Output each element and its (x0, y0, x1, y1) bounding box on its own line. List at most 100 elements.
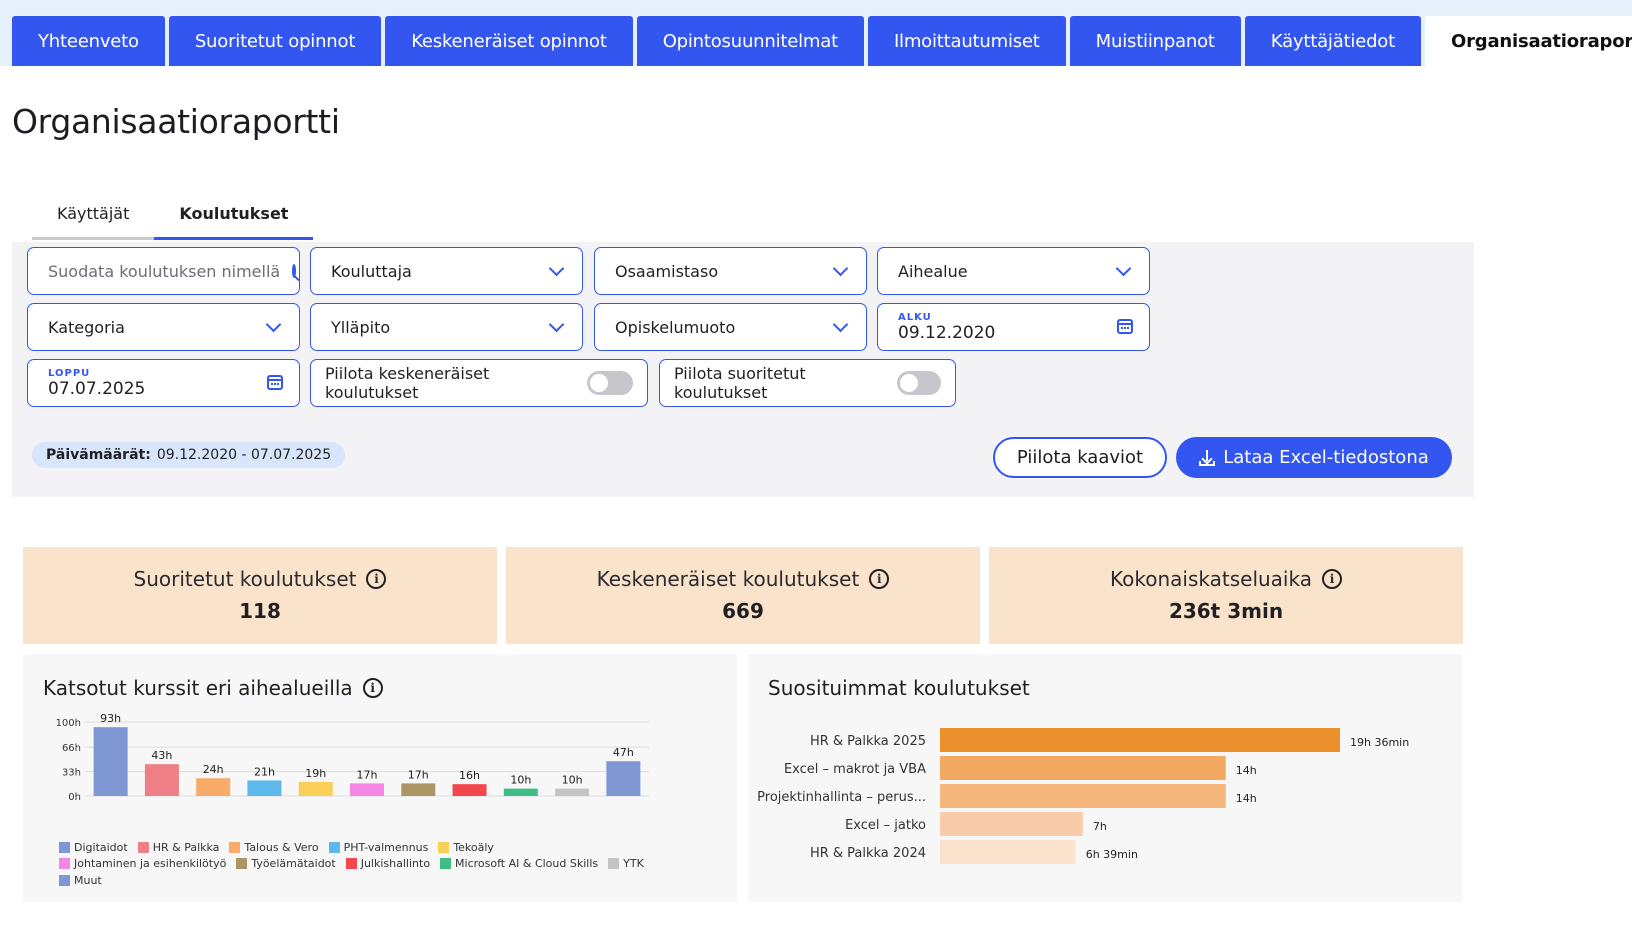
legend-label: Julkishallinto (360, 857, 431, 870)
legend-label: PHT-valmennus (343, 840, 429, 854)
chevron-down-icon (1115, 260, 1132, 276)
subtab-1[interactable]: Koulutukset (154, 200, 314, 240)
nav-tab-1[interactable]: Suoritetut opinnot (168, 16, 382, 66)
bar[interactable] (452, 784, 487, 796)
date-range-chip: Päivämäärät: 09.12.2020 - 07.07.2025 (32, 442, 346, 468)
nav-tab-2[interactable]: Keskeneräiset opinnot (385, 16, 633, 66)
bar[interactable] (93, 727, 128, 796)
bar[interactable] (350, 783, 384, 796)
nav-tab-7[interactable]: Organisaatioraportti (1424, 16, 1632, 66)
legend-swatch (59, 874, 70, 886)
download-excel-button[interactable]: Lataa Excel-tiedostona (1176, 437, 1452, 478)
legend-swatch (438, 841, 450, 853)
legend-swatch (229, 841, 241, 853)
bar-value-label: 21h (254, 765, 275, 778)
bar[interactable] (606, 761, 641, 796)
kategoria-select[interactable]: Kategoria (27, 303, 300, 351)
chevron-down-icon (548, 316, 565, 332)
kpi-incomplete-trainings: Keskeneräiset koulutukset i 669 (506, 547, 980, 644)
popular-bar-chart: HR & Palkka 2025 19h 36min Excel – makrot … (757, 728, 1409, 864)
search-input[interactable]: Suodata koulutuksen nimellä (27, 247, 300, 295)
nav-tab-0[interactable]: Yhteenveto (12, 16, 165, 66)
aihealue-select[interactable]: Aihealue (877, 247, 1150, 295)
nav-tab-3[interactable]: Opintosuunnitelmat (636, 16, 864, 66)
hbar-category-label: HR & Palkka 2025 (810, 734, 926, 749)
legend-item[interactable]: Tekoäly (438, 839, 494, 855)
bar[interactable] (247, 780, 282, 796)
hbar[interactable] (940, 784, 1226, 808)
hbar-value-label: 6h 39min (1086, 848, 1138, 861)
hbar[interactable] (940, 812, 1083, 836)
legend-swatch (328, 841, 340, 853)
download-icon (1199, 449, 1216, 466)
bar[interactable] (298, 781, 333, 796)
bar-value-label: 17h (408, 768, 429, 781)
end-date-field[interactable]: LOPPU 07.07.2025 (27, 359, 300, 407)
bar-value-label: 24h (203, 763, 224, 776)
legend-item[interactable]: Työelämätaidot (236, 856, 336, 872)
y-tick-label: 0h (68, 792, 81, 803)
bar[interactable] (144, 764, 179, 796)
bar[interactable] (555, 788, 590, 796)
calendar-icon[interactable] (1117, 319, 1133, 334)
bar[interactable] (401, 783, 436, 796)
info-icon[interactable]: i (1321, 569, 1342, 589)
legend-swatch (59, 841, 70, 853)
legend-item[interactable]: Microsoft AI & Cloud Skills (440, 856, 598, 872)
bar-value-label: 19h (305, 767, 326, 780)
nav-tab-6[interactable]: Käyttäjätiedot (1244, 16, 1421, 66)
bar-value-label: 47h (613, 746, 634, 759)
legend-item[interactable]: Johtaminen ja esihenkilötyö (59, 856, 226, 872)
kpi-completed-trainings: Suoritetut koulutukset i 118 (23, 547, 497, 644)
legend-item[interactable]: Digitaidot (59, 839, 128, 855)
hide-incomplete-toggle-field: Piilota keskeneräiset koulutukset (310, 359, 648, 407)
kpi-total-watch-time: Kokonaiskatseluaika i 236t 3min (989, 547, 1463, 644)
hbar-value-label: 14h (1236, 792, 1257, 805)
main-tabs: Yhteenveto Suoritetut opinnot Keskeneräise… (12, 16, 1632, 66)
hbar-category-label: Projektinhallinta – perus... (757, 790, 926, 805)
report-subtabs: Käyttäjät Koulutukset (32, 200, 314, 240)
legend-item[interactable]: YTK (608, 856, 644, 872)
hide-incomplete-switch[interactable] (587, 371, 633, 395)
osaamistaso-select[interactable]: Osaamistaso (594, 247, 867, 295)
hbar[interactable] (940, 840, 1076, 864)
hbar-value-label: 19h 36min (1350, 736, 1409, 749)
topic-chart-legend: Digitaidot HR & Palkka Talous & Vero PHT-va… (59, 839, 679, 889)
hide-charts-button[interactable]: Piilota kaaviot (993, 437, 1167, 478)
legend-item[interactable]: HR & Palkka (137, 839, 219, 855)
info-icon[interactable]: i (869, 569, 890, 589)
legend-label: Microsoft AI & Cloud Skills (455, 857, 599, 870)
yllapito-select[interactable]: Ylläpito (310, 303, 583, 351)
hbar-value-label: 14h (1236, 764, 1257, 777)
legend-label: Tekoäly (453, 840, 494, 854)
bar[interactable] (196, 778, 231, 796)
legend-item[interactable]: Talous & Vero (229, 839, 319, 855)
legend-item[interactable]: PHT-valmennus (328, 839, 429, 855)
kouluttaja-select[interactable]: Kouluttaja (310, 247, 583, 295)
popular-chart-card: Suosituimmat koulutukset HR & Palkka 202… (748, 654, 1462, 902)
hbar-category-label: Excel – jatko (845, 818, 926, 833)
hbar[interactable] (940, 728, 1340, 752)
legend-label: Työelämätaidot (251, 857, 336, 870)
page-title: Organisaatioraportti (12, 102, 340, 141)
start-date-field[interactable]: ALKU 09.12.2020 (877, 303, 1150, 351)
bar-value-label: 93h (100, 712, 121, 725)
bar-value-label: 10h (510, 774, 531, 787)
hbar[interactable] (940, 756, 1226, 780)
calendar-icon[interactable] (267, 375, 283, 390)
nav-tab-5[interactable]: Muistiinpanot (1069, 16, 1241, 66)
legend-item[interactable]: Muut (59, 872, 102, 888)
hide-completed-switch[interactable] (896, 371, 941, 395)
subtab-0[interactable]: Käyttäjät (32, 200, 155, 240)
nav-tab-4[interactable]: Ilmoittautumiset (867, 16, 1066, 66)
y-tick-label: 100h (56, 718, 81, 729)
opiskelumuoto-select[interactable]: Opiskelumuoto (594, 303, 867, 351)
chevron-down-icon (832, 260, 849, 276)
legend-label: Muut (74, 873, 102, 887)
bar[interactable] (503, 788, 538, 796)
legend-label: Digitaidot (74, 840, 128, 854)
info-icon[interactable]: i (366, 569, 387, 589)
hbar-category-label: Excel – makrot ja VBA (784, 762, 926, 777)
legend-item[interactable]: Julkishallinto (345, 856, 431, 872)
legend-label: Talous & Vero (244, 840, 319, 854)
